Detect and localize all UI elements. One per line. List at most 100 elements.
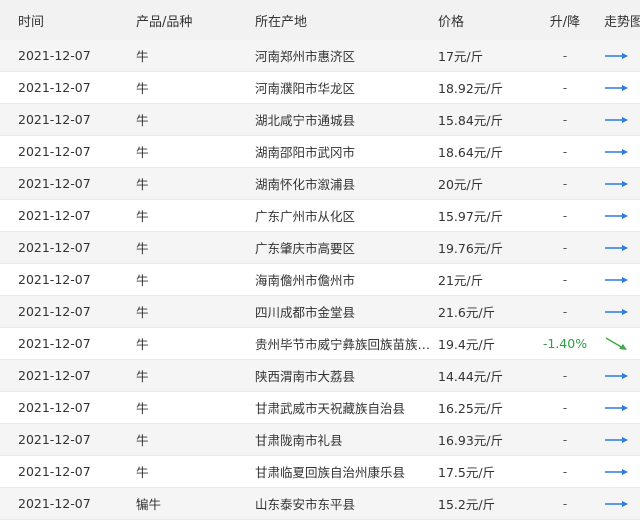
cell-price: 20元/斤 [438,167,532,200]
table-row[interactable]: 2021-12-07 牛 甘肃临夏回族自治州康乐县 17.5元/斤 - [0,455,640,488]
cell-location[interactable]: 甘肃武威市天祝藏族自治县 [255,391,438,424]
cell-trend [598,71,640,104]
cell-date: 2021-12-07 [0,295,136,328]
flat-arrow-icon[interactable] [604,81,630,95]
cell-product[interactable]: 牛 [136,423,255,456]
cell-location[interactable]: 河南濮阳市华龙区 [255,71,438,104]
cell-change: - [532,167,598,200]
cell-price: 19.4元/斤 [438,327,532,360]
cell-location[interactable]: 贵州毕节市威宁彝族回族苗族自... [255,327,438,360]
cell-change: - [532,231,598,264]
table-row[interactable]: 2021-12-07 牛 甘肃武威市天祝藏族自治县 16.25元/斤 - [0,391,640,424]
header-location[interactable]: 所在产地 [255,0,438,40]
cell-product[interactable]: 牛 [136,135,255,168]
table-row[interactable]: 2021-12-07 牛 四川成都市金堂县 21.6元/斤 - [0,295,640,328]
table-row[interactable]: 2021-12-07 牛 广东广州市从化区 15.97元/斤 - [0,199,640,232]
header-row: 时间 产品/品种 所在产地 价格 升/降 走势图 [0,0,640,40]
cell-change: - [532,263,598,296]
cell-date: 2021-12-07 [0,199,136,232]
cell-product[interactable]: 牛 [136,40,255,72]
flat-arrow-icon[interactable] [604,241,630,255]
cell-location[interactable]: 甘肃临夏回族自治州康乐县 [255,455,438,488]
table-row[interactable]: 2021-12-07 牛 甘肃陇南市礼县 16.93元/斤 - [0,423,640,456]
header-price[interactable]: 价格 [438,0,532,40]
cell-location[interactable]: 湖南邵阳市武冈市 [255,135,438,168]
cell-product[interactable]: 牛 [136,199,255,232]
flat-arrow-icon[interactable] [604,305,630,319]
cell-date: 2021-12-07 [0,71,136,104]
cell-product[interactable]: 牛 [136,359,255,392]
flat-arrow-icon[interactable] [604,209,630,223]
flat-arrow-icon[interactable] [604,273,630,287]
cell-product[interactable]: 犏牛 [136,487,255,520]
cell-change: - [532,391,598,424]
cell-date: 2021-12-07 [0,359,136,392]
cell-price: 14.44元/斤 [438,359,532,392]
cell-trend [598,327,640,360]
table-row[interactable]: 2021-12-07 牛 贵州毕节市威宁彝族回族苗族自... 19.4元/斤 -… [0,327,640,360]
cell-date: 2021-12-07 [0,327,136,360]
cell-location[interactable]: 陕西渭南市大荔县 [255,359,438,392]
cell-product[interactable]: 牛 [136,103,255,136]
cell-change: - [532,487,598,520]
cell-product[interactable]: 牛 [136,455,255,488]
cell-location[interactable]: 河南郑州市惠济区 [255,40,438,72]
cell-change: - [532,135,598,168]
cell-trend [598,135,640,168]
cell-date: 2021-12-07 [0,391,136,424]
cell-change: - [532,199,598,232]
cell-product[interactable]: 牛 [136,263,255,296]
cell-product[interactable]: 牛 [136,295,255,328]
cell-product[interactable]: 牛 [136,231,255,264]
cell-location[interactable]: 湖北咸宁市通城县 [255,103,438,136]
header-product[interactable]: 产品/品种 [136,0,255,40]
header-date[interactable]: 时间 [0,0,136,40]
table-row[interactable]: 2021-12-07 牛 湖北咸宁市通城县 15.84元/斤 - [0,103,640,136]
cell-date: 2021-12-07 [0,423,136,456]
flat-arrow-icon[interactable] [604,433,630,447]
cell-price: 15.84元/斤 [438,103,532,136]
cell-product[interactable]: 牛 [136,71,255,104]
cell-change: - [532,71,598,104]
cell-product[interactable]: 牛 [136,391,255,424]
cell-price: 17.5元/斤 [438,455,532,488]
cell-trend [598,231,640,264]
table-row[interactable]: 2021-12-07 牛 河南郑州市惠济区 17元/斤 - [0,40,640,72]
table-row[interactable]: 2021-12-07 犏牛 山东泰安市东平县 15.2元/斤 - [0,487,640,520]
table-row[interactable]: 2021-12-07 牛 广东肇庆市高要区 19.76元/斤 - [0,231,640,264]
header-trend[interactable]: 走势图 [598,0,640,40]
cell-date: 2021-12-07 [0,231,136,264]
cell-location[interactable]: 广东肇庆市高要区 [255,231,438,264]
flat-arrow-icon[interactable] [604,177,630,191]
cell-date: 2021-12-07 [0,103,136,136]
table-row[interactable]: 2021-12-07 牛 海南儋州市儋州市 21元/斤 - [0,263,640,296]
flat-arrow-icon[interactable] [604,49,630,63]
cell-location[interactable]: 广东广州市从化区 [255,199,438,232]
flat-arrow-icon[interactable] [604,497,630,511]
table-row[interactable]: 2021-12-07 牛 陕西渭南市大荔县 14.44元/斤 - [0,359,640,392]
flat-arrow-icon[interactable] [604,369,630,383]
cell-product[interactable]: 牛 [136,167,255,200]
flat-arrow-icon[interactable] [604,113,630,127]
price-table: 时间 产品/品种 所在产地 价格 升/降 走势图 2021-12-07 牛 河南… [0,0,640,520]
cell-price: 16.25元/斤 [438,391,532,424]
cell-location[interactable]: 四川成都市金堂县 [255,295,438,328]
cell-trend [598,455,640,488]
cell-location[interactable]: 湖南怀化市溆浦县 [255,167,438,200]
cell-change: - [532,423,598,456]
down-arrow-icon[interactable] [604,337,630,351]
flat-arrow-icon[interactable] [604,145,630,159]
cell-trend [598,391,640,424]
table-row[interactable]: 2021-12-07 牛 湖南邵阳市武冈市 18.64元/斤 - [0,135,640,168]
cell-product[interactable]: 牛 [136,327,255,360]
table-row[interactable]: 2021-12-07 牛 河南濮阳市华龙区 18.92元/斤 - [0,71,640,104]
cell-price: 15.97元/斤 [438,199,532,232]
table-row[interactable]: 2021-12-07 牛 湖南怀化市溆浦县 20元/斤 - [0,167,640,200]
cell-trend [598,167,640,200]
cell-location[interactable]: 山东泰安市东平县 [255,487,438,520]
flat-arrow-icon[interactable] [604,401,630,415]
header-change[interactable]: 升/降 [532,0,598,40]
flat-arrow-icon[interactable] [604,465,630,479]
cell-location[interactable]: 甘肃陇南市礼县 [255,423,438,456]
cell-location[interactable]: 海南儋州市儋州市 [255,263,438,296]
